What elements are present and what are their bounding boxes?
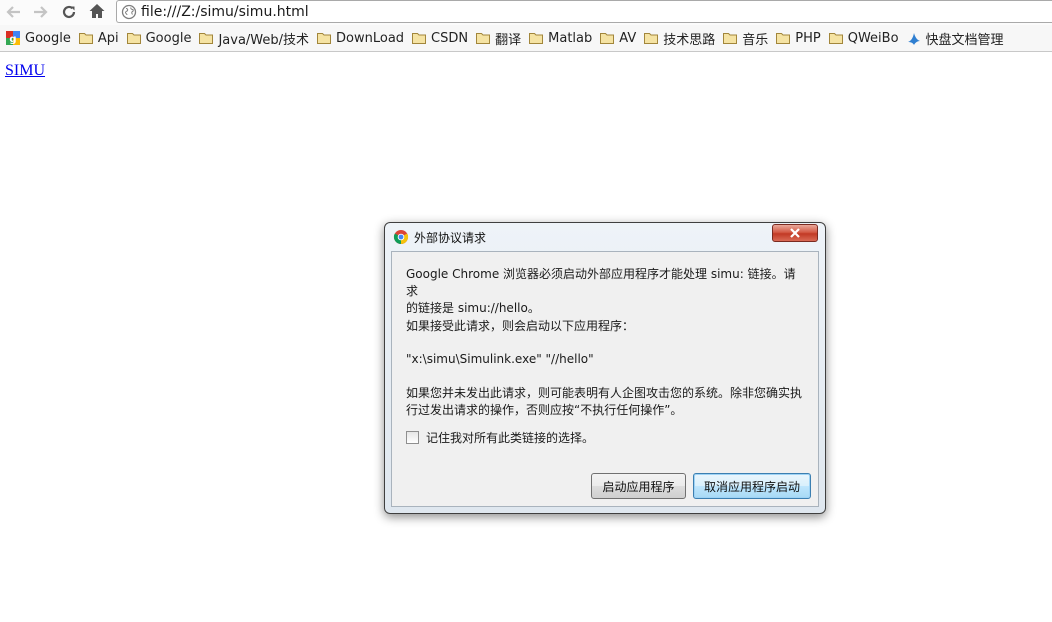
forward-arrow-icon xyxy=(34,6,48,18)
folder-icon xyxy=(529,33,544,44)
remember-choice-checkbox[interactable] xyxy=(406,431,419,444)
command-line-text: "x:\simu\Simulink.exe" "//hello" xyxy=(406,352,594,366)
dialog-title: 外部协议请求 xyxy=(414,230,487,245)
reload-icon xyxy=(62,5,76,19)
bookmark-folder-php[interactable]: PHP xyxy=(773,27,825,49)
folder-icon xyxy=(412,33,427,44)
bookmark-label: QWeiBo xyxy=(847,30,899,46)
folder-icon xyxy=(600,33,615,44)
dialog-message: Google Chrome 浏览器必须启动外部应用程序才能处理 simu: 链接… xyxy=(406,266,806,317)
bookmark-label: DownLoad xyxy=(336,30,405,46)
bookmark-folder-tech-ideas[interactable]: 技术思路 xyxy=(641,27,720,49)
bookmark-label: Matlab xyxy=(548,30,593,46)
browser-toolbar: file:///Z:/simu/simu.html xyxy=(0,0,1052,25)
cancel-launch-button[interactable]: 取消应用程序启动 xyxy=(693,473,811,499)
chrome-icon xyxy=(393,230,409,245)
page-globe-icon xyxy=(121,4,137,19)
svg-text:g: g xyxy=(9,34,16,45)
folder-icon xyxy=(78,33,93,44)
address-url: file:///Z:/simu/simu.html xyxy=(141,3,309,20)
dialog-close-button[interactable] xyxy=(772,224,818,242)
accept-message: 如果接受此请求，则会启动以下应用程序： xyxy=(406,319,635,333)
bookmark-folder-java-web[interactable]: Java/Web/技术 xyxy=(196,27,314,49)
message-line-2: 的链接是 simu://hello。 xyxy=(406,301,540,315)
message-line-1: Google Chrome 浏览器必须启动外部应用程序才能处理 simu: 链接… xyxy=(406,267,796,298)
bookmark-folder-translate[interactable]: 翻译 xyxy=(473,27,526,49)
bookmark-label: Api xyxy=(97,30,119,46)
bookmark-label: 音乐 xyxy=(742,32,769,48)
dialog-content: Google Chrome 浏览器必须启动外部应用程序才能处理 simu: 链接… xyxy=(391,251,819,507)
forward-button[interactable] xyxy=(29,1,51,23)
folder-icon xyxy=(126,33,141,44)
bookmark-label: Google xyxy=(145,30,192,46)
bookmarks-bar: g Google Api Google Java/Web/技术 DownLoad… xyxy=(0,25,1052,52)
google-icon: g xyxy=(6,31,20,45)
warning-line-1: 如果您并未发出此请求，则可能表明有人企图攻击您的系统。除非您确实执 xyxy=(406,386,803,400)
bookmark-folder-csdn[interactable]: CSDN xyxy=(409,27,473,49)
bookmark-folder-api[interactable]: Api xyxy=(76,27,124,49)
bookmark-folder-google[interactable]: Google xyxy=(124,27,197,49)
folder-icon xyxy=(199,33,214,44)
address-bar[interactable]: file:///Z:/simu/simu.html xyxy=(116,0,1052,23)
folder-icon xyxy=(776,33,791,44)
bookmark-label: Google xyxy=(25,30,71,46)
remember-choice-row[interactable]: 记住我对所有此类链接的选择。 xyxy=(406,429,594,446)
dialog-titlebar: 外部协议请求 xyxy=(385,223,825,251)
bookmark-label: 快盘文档管理 xyxy=(925,32,1004,48)
bookmark-label: PHP xyxy=(795,30,821,46)
home-icon xyxy=(89,4,105,18)
bookmark-kuaipan-link[interactable]: 快盘文档管理 xyxy=(904,27,1009,49)
back-button[interactable] xyxy=(3,1,25,23)
simu-link[interactable]: SIMU xyxy=(5,62,45,80)
home-button[interactable] xyxy=(86,0,108,22)
bookmark-folder-download[interactable]: DownLoad xyxy=(314,27,409,49)
external-protocol-dialog: 外部协议请求 Google Chrome 浏览器必须启动外部应用程序才能处理 s… xyxy=(384,222,826,514)
bookmark-folder-music[interactable]: 音乐 xyxy=(720,27,773,49)
folder-icon xyxy=(828,33,843,44)
warning-message: 如果您并未发出此请求，则可能表明有人企图攻击您的系统。除非您确实执 行过发出请求… xyxy=(406,385,806,419)
bookmark-label: AV xyxy=(619,30,637,46)
launch-application-button[interactable]: 启动应用程序 xyxy=(591,473,686,499)
bookmark-google-link[interactable]: g Google xyxy=(3,27,76,49)
bookmark-folder-matlab[interactable]: Matlab xyxy=(526,27,597,49)
bookmark-label: 翻译 xyxy=(495,32,522,48)
folder-icon xyxy=(317,33,332,44)
bookmark-folder-qweibo[interactable]: QWeiBo xyxy=(826,27,904,49)
back-arrow-icon xyxy=(6,6,20,18)
warning-line-2: 行过发出请求的操作，否则应按“不执行任何操作”。 xyxy=(406,403,683,417)
bookmark-label: CSDN xyxy=(431,30,469,46)
folder-icon xyxy=(644,33,659,44)
folder-icon xyxy=(723,33,738,44)
bookmark-label: 技术思路 xyxy=(663,32,716,48)
kuaipan-icon xyxy=(907,33,920,45)
remember-choice-label[interactable]: 记住我对所有此类链接的选择。 xyxy=(426,429,594,446)
bookmark-label: Java/Web/技术 xyxy=(218,32,310,48)
folder-icon xyxy=(476,33,491,44)
close-icon xyxy=(790,228,800,238)
reload-button[interactable] xyxy=(58,1,80,23)
bookmark-folder-av[interactable]: AV xyxy=(597,27,641,49)
